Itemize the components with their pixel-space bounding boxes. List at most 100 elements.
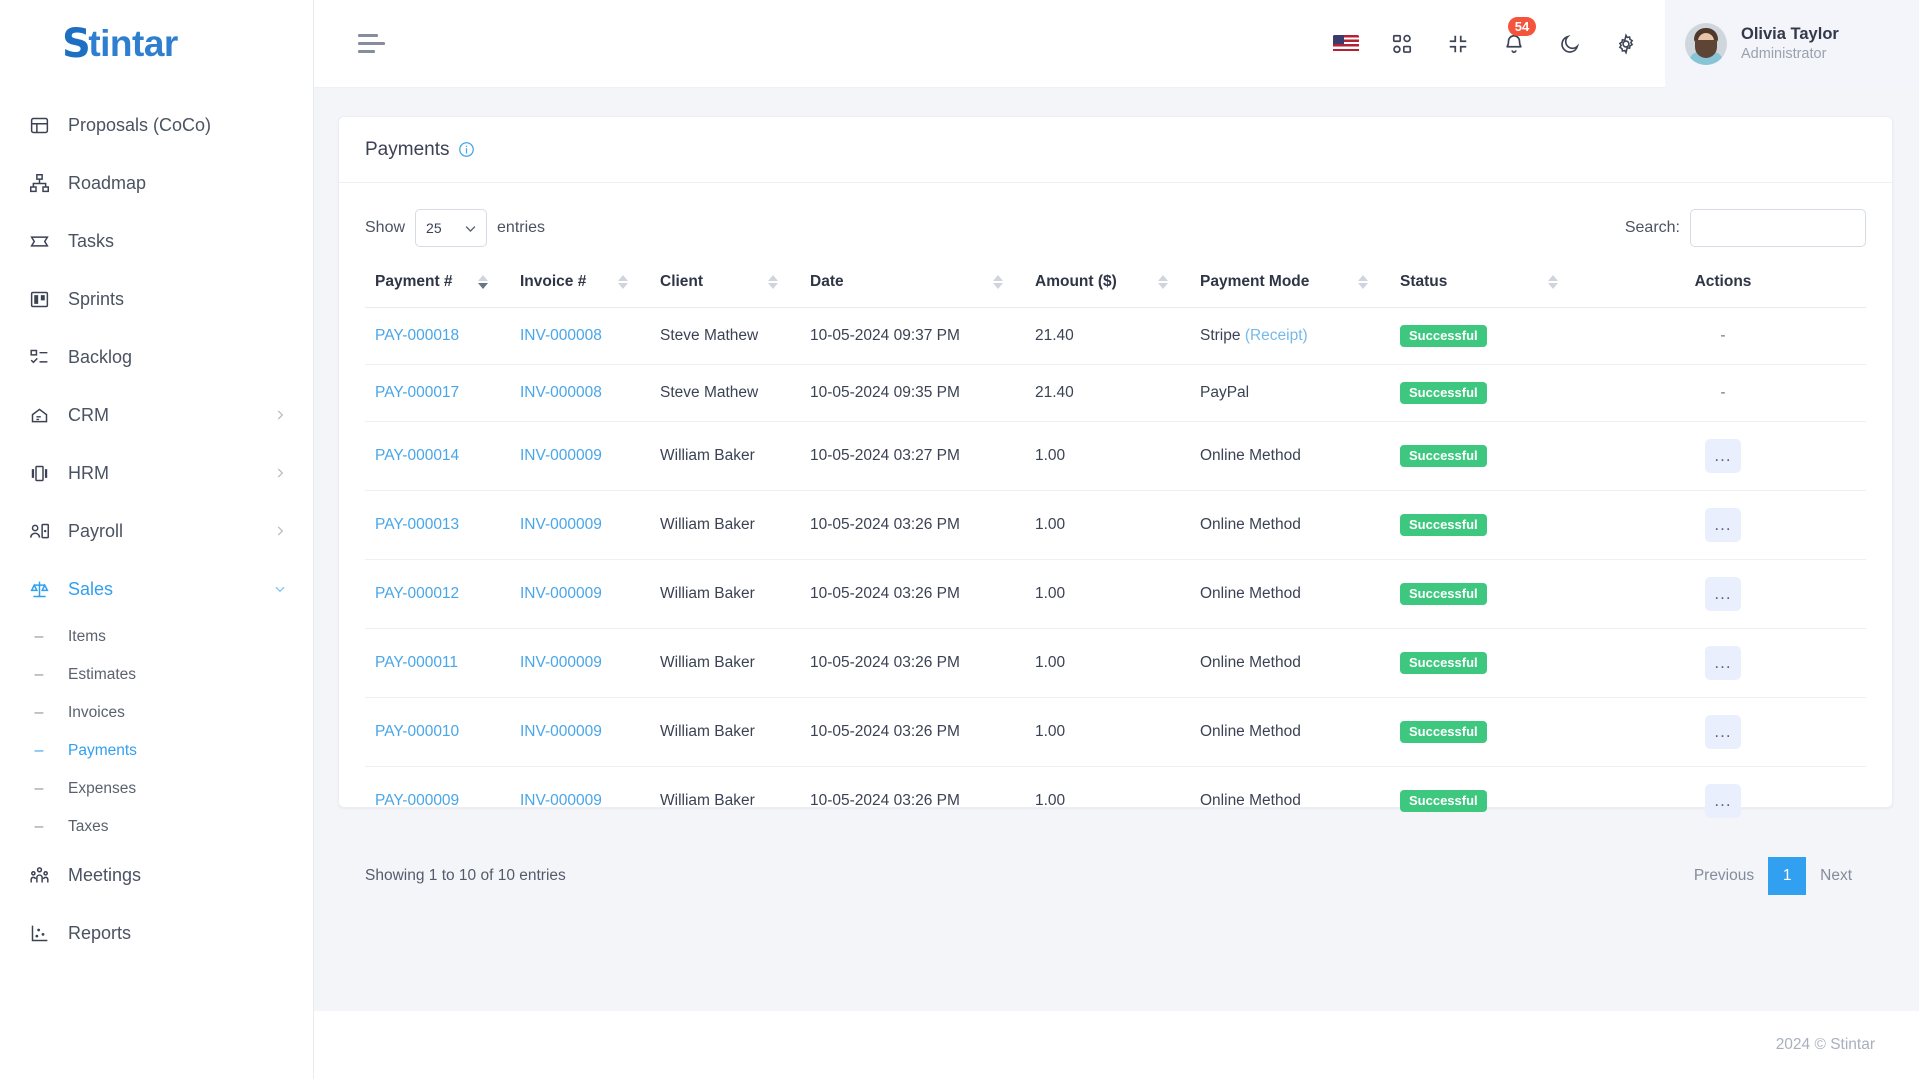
sidebar-item-reports[interactable]: Reports <box>0 904 313 962</box>
hamburger-icon[interactable] <box>358 34 388 53</box>
us-flag <box>1333 34 1359 53</box>
page-length-select[interactable]: 25 <box>415 209 488 247</box>
pagination-page-1[interactable]: 1 <box>1768 857 1807 895</box>
row-actions-button[interactable]: ... <box>1705 715 1741 749</box>
column-label: Client <box>660 273 704 290</box>
cell-payment-mode: Online Method <box>1190 559 1390 629</box>
invoice-number-link[interactable]: INV-000008 <box>520 327 602 344</box>
sort-icon <box>478 275 488 289</box>
invoice-number-link[interactable]: INV-000009 <box>520 792 602 809</box>
sidebar-subitem-items[interactable]: – Items <box>0 618 313 656</box>
row-actions-button[interactable]: ... <box>1705 508 1741 542</box>
sidebar-item-sales[interactable]: Sales <box>0 560 313 618</box>
sidebar-item-payroll[interactable]: Payroll <box>0 502 313 560</box>
invoice-number-link[interactable]: INV-000009 <box>520 723 602 740</box>
column-header-payment[interactable]: Payment # <box>365 261 510 308</box>
no-action-dash: - <box>1720 327 1726 344</box>
cell-client: Steve Mathew <box>650 364 800 422</box>
column-header-invoice[interactable]: Invoice # <box>510 261 650 308</box>
row-actions-button[interactable]: ... <box>1705 784 1741 818</box>
receipt-link[interactable]: (Receipt) <box>1245 327 1308 344</box>
payment-number-link[interactable]: PAY-000011 <box>375 654 458 671</box>
column-header-payment-mode[interactable]: Payment Mode <box>1190 261 1390 308</box>
settings-gear-icon[interactable] <box>1611 29 1641 59</box>
sidebar-subitem-expenses[interactable]: – Expenses <box>0 770 313 808</box>
chevron-down-icon <box>273 582 287 596</box>
cell-payment: PAY-000009 <box>365 767 510 836</box>
sidebar-item-sprints[interactable]: Sprints <box>0 270 313 328</box>
table-row: PAY-000010 INV-000009 William Baker 10-05-2… <box>365 697 1866 767</box>
payment-number-link[interactable]: PAY-000018 <box>375 327 459 344</box>
invoice-number-link[interactable]: INV-000008 <box>520 384 602 401</box>
row-actions-button[interactable]: ... <box>1705 577 1741 611</box>
sidebar-item-tasks[interactable]: Tasks <box>0 212 313 270</box>
sidebar-subitem-estimates[interactable]: – Estimates <box>0 656 313 694</box>
cell-invoice: INV-000009 <box>510 421 650 491</box>
payment-number-link[interactable]: PAY-000012 <box>375 585 459 602</box>
brand-logo[interactable]: Stintar <box>0 0 313 88</box>
invoice-number-link[interactable]: INV-000009 <box>520 585 602 602</box>
payment-date: 10-05-2024 03:26 PM <box>810 585 960 602</box>
cell-amount: 21.40 <box>1025 364 1190 422</box>
proposals-icon <box>26 112 52 138</box>
sidebar-item-crm[interactable]: CRM <box>0 386 313 444</box>
fullscreen-exit-icon[interactable] <box>1443 29 1473 59</box>
invoice-number-link[interactable]: INV-000009 <box>520 654 602 671</box>
cell-actions: ... <box>1580 490 1866 560</box>
cell-actions: ... <box>1580 559 1866 629</box>
sidebar-subitem-invoices[interactable]: – Invoices <box>0 694 313 732</box>
payment-number-link[interactable]: PAY-000009 <box>375 792 459 809</box>
cell-status: Successful <box>1390 628 1580 698</box>
cell-invoice: INV-000009 <box>510 767 650 836</box>
invoice-number-link[interactable]: INV-000009 <box>520 447 602 464</box>
payment-date: 10-05-2024 09:35 PM <box>810 384 960 401</box>
payment-number-link[interactable]: PAY-000017 <box>375 384 459 401</box>
cell-payment: PAY-000014 <box>365 421 510 491</box>
dark-mode-moon-icon[interactable] <box>1555 29 1585 59</box>
apps-grid-icon[interactable] <box>1387 29 1417 59</box>
row-actions-button[interactable]: ... <box>1705 439 1741 473</box>
cell-invoice: INV-000009 <box>510 559 650 629</box>
meetings-icon <box>26 862 52 888</box>
sidebar-item-backlog[interactable]: Backlog <box>0 328 313 386</box>
cell-client: Steve Mathew <box>650 307 800 365</box>
payment-number-link[interactable]: PAY-000013 <box>375 516 459 533</box>
payment-amount: 1.00 <box>1035 654 1066 671</box>
user-menu[interactable]: Olivia Taylor Administrator <box>1665 0 1919 88</box>
payment-mode: PayPal <box>1200 384 1250 401</box>
cell-payment-mode: Online Method <box>1190 490 1390 560</box>
cell-payment: PAY-000017 <box>365 364 510 422</box>
sidebar-item-meetings[interactable]: Meetings <box>0 846 313 904</box>
cell-date: 10-05-2024 03:27 PM <box>800 421 1025 491</box>
sidebar-subitem-payments[interactable]: – Payments <box>0 732 313 770</box>
no-action-dash: - <box>1720 384 1726 401</box>
sidebar-item-roadmap[interactable]: Roadmap <box>0 154 313 212</box>
pagination-next[interactable]: Next <box>1806 857 1866 895</box>
payment-number-link[interactable]: PAY-000014 <box>375 447 459 464</box>
column-header-amount[interactable]: Amount ($) <box>1025 261 1190 308</box>
page-title: Payments <box>365 138 450 160</box>
language-flag-icon[interactable] <box>1331 29 1361 59</box>
payment-amount: 1.00 <box>1035 585 1066 602</box>
cell-invoice: INV-000009 <box>510 490 650 560</box>
info-circle-icon[interactable] <box>458 141 475 158</box>
notifications-bell-icon[interactable]: 54 <box>1499 16 1536 59</box>
row-actions-button[interactable]: ... <box>1705 646 1741 680</box>
cell-client: William Baker <box>650 628 800 698</box>
cell-amount: 1.00 <box>1025 490 1190 560</box>
sidebar-item-hrm[interactable]: HRM <box>0 444 313 502</box>
sidebar-item-proposals[interactable]: Proposals (CoCo) <box>0 96 313 154</box>
column-header-client[interactable]: Client <box>650 261 800 308</box>
pagination: Previous 1 Next <box>1680 857 1866 895</box>
search-input[interactable] <box>1690 209 1866 247</box>
payment-number-link[interactable]: PAY-000010 <box>375 723 459 740</box>
pagination-previous[interactable]: Previous <box>1680 857 1768 895</box>
invoice-number-link[interactable]: INV-000009 <box>520 516 602 533</box>
cell-status: Successful <box>1390 364 1580 422</box>
sidebar-subitem-taxes[interactable]: – Taxes <box>0 808 313 846</box>
dash-icon: – <box>34 818 44 835</box>
column-header-date[interactable]: Date <box>800 261 1025 308</box>
column-header-status[interactable]: Status <box>1390 261 1580 308</box>
sidebar-item-label: Reports <box>68 922 132 943</box>
column-label: Status <box>1400 273 1448 290</box>
